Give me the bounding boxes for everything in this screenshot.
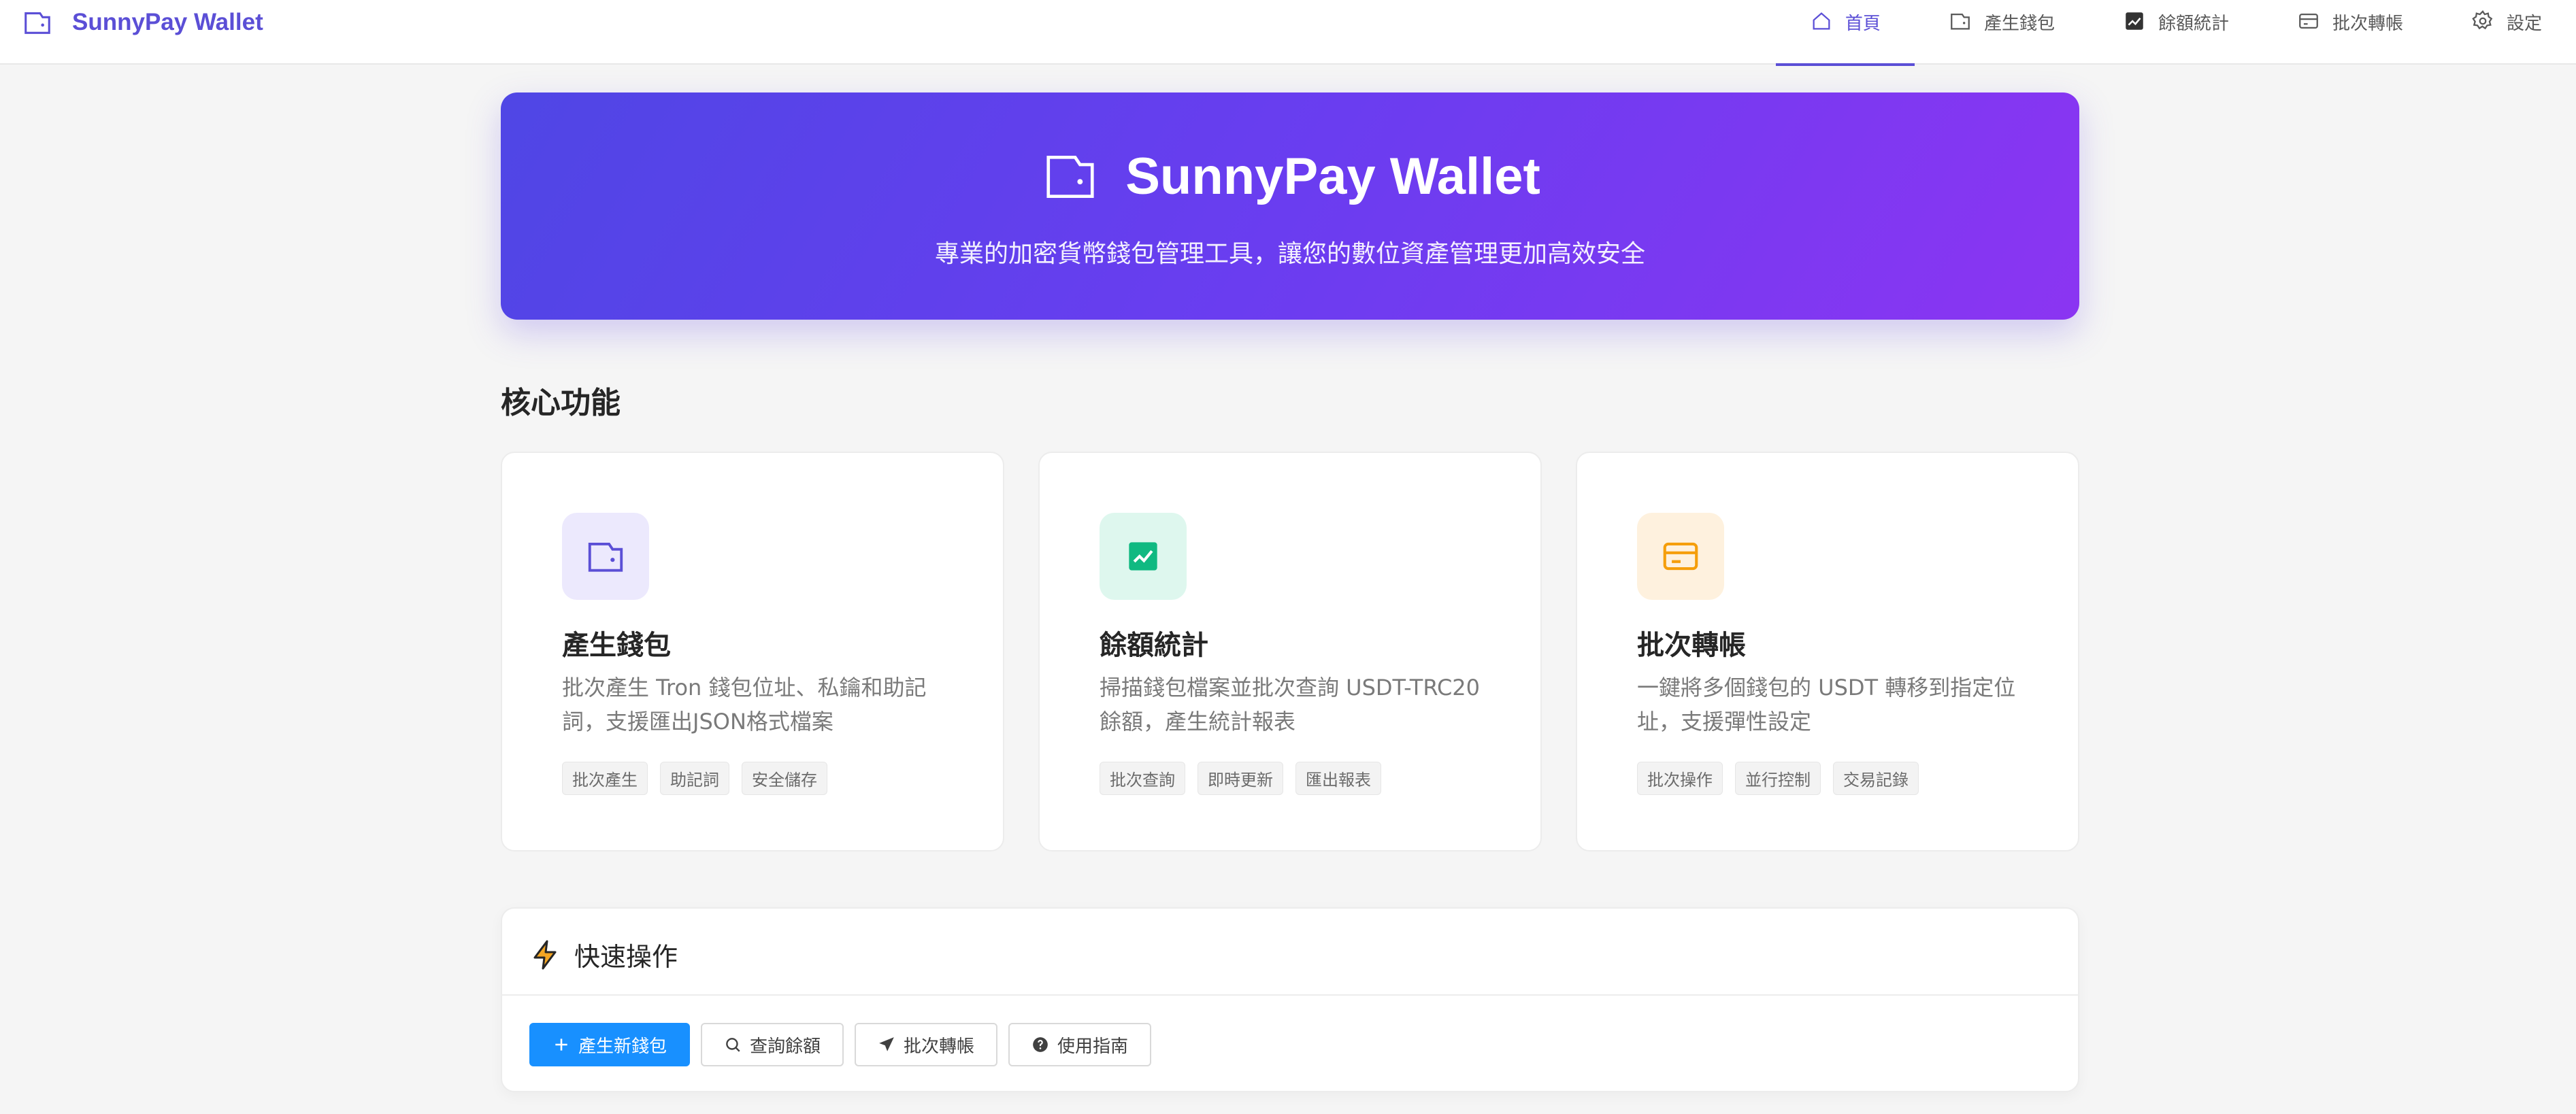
- search-icon: [726, 1038, 740, 1052]
- nav-item-home[interactable]: 首頁: [1775, 0, 1915, 66]
- send-icon: [879, 1037, 894, 1051]
- feature-tag: 批次操作: [1637, 762, 1723, 795]
- chart-icon: [1129, 542, 1157, 571]
- help-icon: [1033, 1037, 1048, 1052]
- batch-transfer-button[interactable]: 批次轉帳: [855, 1023, 998, 1066]
- feature-icon-box: [1637, 513, 1724, 600]
- nav-item-label: 批次轉帳: [2332, 14, 2403, 34]
- feature-tag: 批次查詢: [1100, 762, 1185, 795]
- nav-item-label: 產生錢包: [1983, 14, 2055, 34]
- quick-actions-panel: 快速操作 產生新錢包 查詢餘額 批次轉帳 使用指南: [501, 907, 2079, 1092]
- feature-card-balance-stats[interactable]: 餘額統計 掃描錢包檔案並批次查詢 USDT-TRC20 餘額，產生統計報表 批次…: [1038, 452, 1542, 851]
- lightning-icon: [533, 940, 557, 969]
- nav-item-label: 設定: [2506, 14, 2542, 34]
- button-label: 批次轉帳: [904, 1036, 975, 1057]
- query-balance-button[interactable]: 查詢餘額: [701, 1023, 844, 1066]
- button-label: 查詢餘額: [750, 1036, 821, 1057]
- wallet-icon: [588, 542, 623, 572]
- wallet-icon: [1046, 155, 1094, 198]
- feature-title: 產生錢包: [562, 630, 671, 661]
- divider: [502, 994, 2078, 996]
- feature-tag: 交易記錄: [1833, 762, 1919, 795]
- feature-icon-box: [1100, 513, 1187, 600]
- feature-card-batch-transfer[interactable]: 批次轉帳 一鍵將多個錢包的 USDT 轉移到指定位址，支援彈性設定 批次操作 並…: [1576, 452, 2079, 851]
- hero-subtitle: 專業的加密貨幣錢包管理工具，讓您的數位資產管理更加高效安全: [934, 240, 1645, 268]
- card-icon: [1663, 542, 1698, 571]
- top-navigation: SunnyPay Wallet 首頁 產生錢包 餘額統計 批次轉帳 設定: [0, 0, 2576, 66]
- wallet-icon: [1951, 13, 1970, 30]
- button-label: 使用指南: [1057, 1036, 1129, 1057]
- nav-item-settings[interactable]: 設定: [2437, 0, 2576, 65]
- feature-tags: 批次查詢 即時更新 匯出報表: [1100, 762, 1381, 795]
- feature-description: 掃描錢包檔案並批次查詢 USDT-TRC20 餘額，產生統計報表: [1100, 675, 1481, 735]
- nav-item-label: 首頁: [1845, 14, 1881, 34]
- hero-title-row: SunnyPay Wallet: [501, 147, 2079, 206]
- quick-actions-buttons: 產生新錢包 查詢餘額 批次轉帳 使用指南: [529, 1023, 1152, 1066]
- hero-title: SunnyPay Wallet: [1125, 148, 1540, 205]
- feature-tags: 批次操作 並行控制 交易記錄: [1637, 762, 1919, 795]
- home-icon: [1813, 12, 1830, 30]
- main-menu: 首頁 產生錢包 餘額統計 批次轉帳 設定: [1775, 0, 2576, 66]
- feature-card-generate-wallet[interactable]: 產生錢包 批次產生 Tron 錢包位址、私鑰和助記詞，支援匯出JSON格式檔案 …: [501, 452, 1004, 851]
- feature-tag: 助記詞: [660, 762, 729, 795]
- user-guide-button[interactable]: 使用指南: [1008, 1023, 1152, 1066]
- feature-title: 批次轉帳: [1637, 630, 1746, 661]
- feature-tag: 並行控制: [1735, 762, 1821, 795]
- quick-actions-title: 快速操作: [574, 942, 678, 972]
- generate-new-wallet-button[interactable]: 產生新錢包: [529, 1023, 691, 1066]
- hero-banner: SunnyPay Wallet 專業的加密貨幣錢包管理工具，讓您的數位資產管理更…: [501, 92, 2079, 320]
- nav-item-balance-stats[interactable]: 餘額統計: [2089, 0, 2263, 65]
- feature-description: 批次產生 Tron 錢包位址、私鑰和助記詞，支援匯出JSON格式檔案: [562, 675, 927, 735]
- feature-tag: 匯出報表: [1295, 762, 1381, 795]
- nav-item-batch-transfer[interactable]: 批次轉帳: [2263, 0, 2437, 65]
- feature-icon-box: [562, 513, 649, 600]
- app-name: SunnyPay Wallet: [72, 9, 263, 35]
- feature-description: 一鍵將多個錢包的 USDT 轉移到指定位址，支援彈性設定: [1637, 675, 2016, 735]
- chart-icon: [2126, 12, 2143, 30]
- wallet-icon: [24, 12, 50, 34]
- feature-tags: 批次產生 助記詞 安全儲存: [562, 762, 827, 795]
- button-label: 產生新錢包: [578, 1036, 667, 1057]
- nav-item-generate-wallet[interactable]: 產生錢包: [1915, 0, 2089, 65]
- card-icon: [2299, 13, 2318, 29]
- gear-icon: [2472, 10, 2493, 30]
- feature-title: 餘額統計: [1100, 630, 1208, 661]
- feature-tag: 安全儲存: [742, 762, 827, 795]
- brand-logo-link[interactable]: SunnyPay Wallet: [22, 0, 263, 45]
- plus-icon: [555, 1039, 567, 1051]
- quick-actions-header: 快速操作: [529, 936, 678, 973]
- feature-tag: 批次產生: [562, 762, 648, 795]
- nav-item-label: 餘額統計: [2158, 14, 2229, 34]
- feature-tag: 即時更新: [1198, 762, 1283, 795]
- section-title-core-features: 核心功能: [501, 386, 621, 420]
